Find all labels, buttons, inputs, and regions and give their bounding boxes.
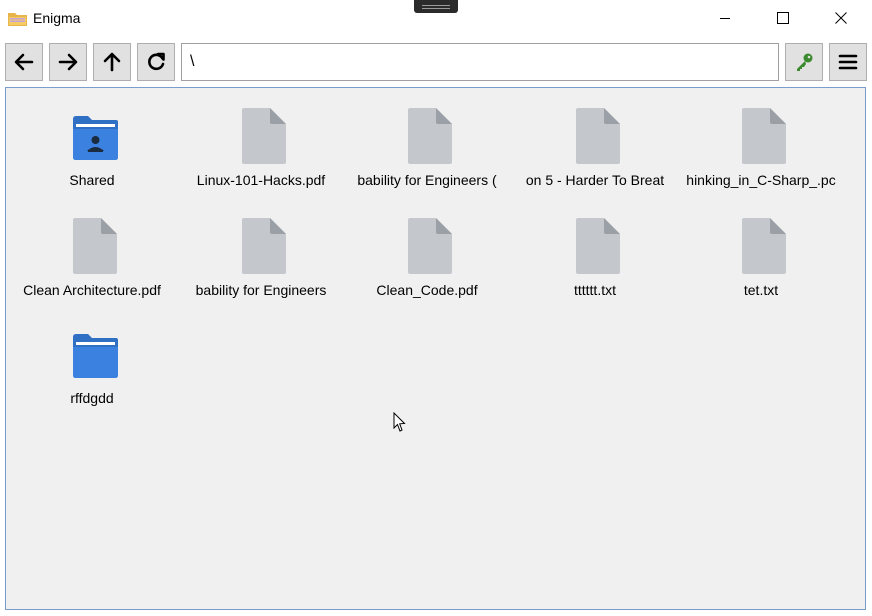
item-label: bability for Engineers ( — [357, 172, 497, 188]
file-item[interactable]: bability for Engineers ( — [342, 88, 512, 188]
folder-icon — [8, 13, 27, 26]
item-label: on 5 - Harder To Breat — [525, 172, 665, 188]
hamburger-menu-icon — [838, 54, 858, 70]
drag-handle[interactable] — [414, 0, 458, 13]
file-item[interactable]: Clean Architecture.pdf — [7, 198, 177, 298]
item-label: Clean Architecture.pdf — [23, 282, 161, 298]
toolbar — [0, 36, 872, 86]
file-grid[interactable]: Shared Linux-101-Hacks.pdf bability for … — [5, 87, 866, 610]
file-item[interactable]: tet.txt — [676, 198, 846, 298]
item-label: Clean_Code.pdf — [376, 282, 478, 298]
arrow-up-icon — [103, 52, 121, 72]
key-icon — [797, 53, 813, 71]
item-label: Linux-101-Hacks.pdf — [196, 172, 326, 188]
forward-button[interactable] — [49, 43, 87, 81]
file-item[interactable]: Linux-101-Hacks.pdf — [176, 88, 346, 188]
item-label: tet.txt — [743, 282, 779, 298]
folder-item[interactable]: rffdgdd — [7, 306, 177, 406]
folder-item[interactable]: Shared — [7, 88, 177, 188]
maximize-button[interactable] — [754, 0, 812, 36]
item-label: bability for Engineers — [195, 282, 327, 298]
refresh-icon — [148, 52, 165, 71]
file-icon — [576, 218, 620, 274]
file-item[interactable]: hinking_in_C-Sharp_.pc — [676, 88, 846, 188]
item-label: tttttt.txt — [573, 282, 616, 298]
title-bar[interactable]: Enigma — [0, 0, 872, 36]
file-item[interactable]: on 5 - Harder To Breat — [510, 88, 680, 188]
close-button[interactable] — [812, 0, 870, 36]
file-icon — [73, 218, 117, 274]
key-button[interactable] — [785, 43, 823, 81]
item-label: Shared — [69, 172, 115, 188]
arrow-right-icon — [58, 53, 78, 71]
file-icon — [742, 108, 786, 164]
menu-button[interactable] — [829, 43, 867, 81]
window-title: Enigma — [33, 10, 81, 26]
file-icon — [742, 218, 786, 274]
file-icon — [408, 218, 452, 274]
back-button[interactable] — [5, 43, 43, 81]
item-label: rffdgdd — [70, 390, 114, 406]
file-icon — [242, 218, 286, 274]
folder-icon — [73, 334, 118, 378]
shared-folder-icon — [73, 116, 118, 160]
file-icon — [408, 108, 452, 164]
file-item[interactable]: Clean_Code.pdf — [342, 198, 512, 298]
maximize-icon — [777, 12, 789, 24]
item-label: hinking_in_C-Sharp_.pc — [686, 172, 836, 188]
file-icon — [242, 108, 286, 164]
file-item[interactable]: tttttt.txt — [510, 198, 680, 298]
minimize-icon — [720, 18, 730, 19]
close-icon — [835, 12, 847, 24]
file-icon — [576, 108, 620, 164]
refresh-button[interactable] — [137, 43, 175, 81]
file-item[interactable]: bability for Engineers — [176, 198, 346, 298]
arrow-left-icon — [14, 53, 34, 71]
up-button[interactable] — [93, 43, 131, 81]
path-input[interactable] — [181, 43, 779, 81]
minimize-button[interactable] — [696, 0, 754, 36]
mouse-cursor-icon — [393, 412, 406, 432]
